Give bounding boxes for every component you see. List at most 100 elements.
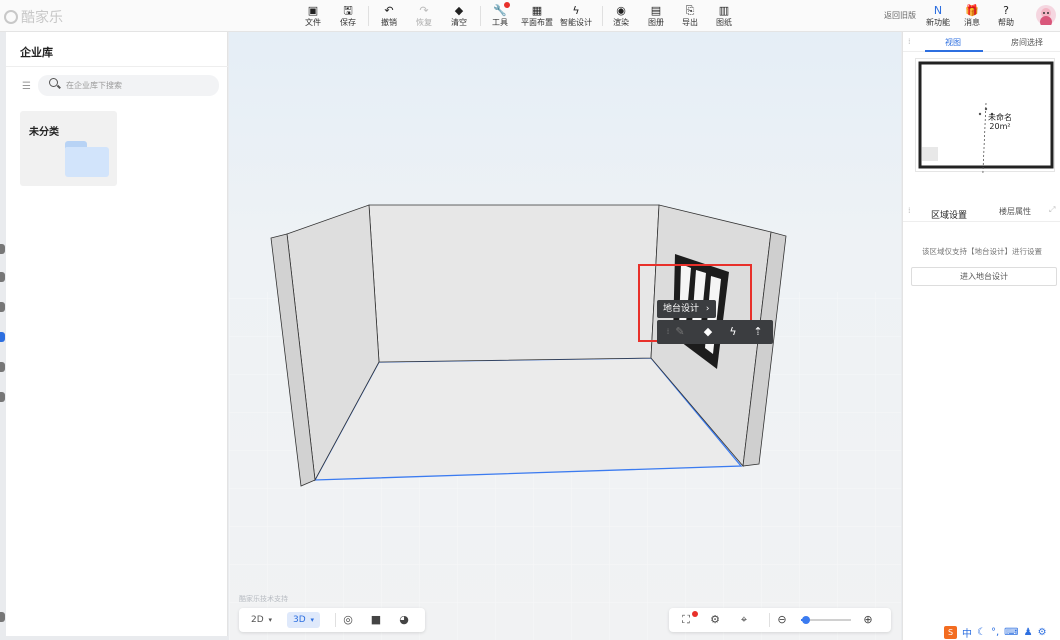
new-features-button[interactable]: N 新功能 [926, 4, 950, 28]
tab-room-select[interactable]: 房间选择 [1011, 37, 1043, 48]
platform-design-label[interactable]: 地台设计 › [657, 300, 716, 318]
expand-icon[interactable]: ⤢ [1049, 205, 1055, 215]
messages-button[interactable]: 🎁 消息 [964, 4, 980, 28]
eye-icon[interactable]: ◎ [341, 613, 355, 627]
view-2d-button[interactable]: 2D ▾ [245, 612, 278, 628]
context-label-text: 地台设计 [663, 304, 700, 314]
save-icon: 🖫 [343, 4, 353, 17]
pencil-icon[interactable]: ✎ [673, 325, 687, 339]
user-icon[interactable]: ♟ [1024, 627, 1033, 638]
floor-plan-icon: ▦ [531, 4, 543, 17]
smart-design-label: 智能设计 [560, 18, 592, 27]
user-avatar[interactable] [1036, 5, 1056, 28]
album-button[interactable]: ▤ 图册 [648, 4, 664, 28]
zoom-in-icon[interactable]: ⊕ [861, 613, 875, 627]
minimap-room-label: 未命名 20m² [988, 113, 1012, 131]
view-3d-label: 3D [293, 615, 306, 625]
strip-tool-icon[interactable] [0, 244, 5, 254]
redo-label: 恢复 [416, 18, 432, 27]
file-label: 文件 [305, 18, 321, 27]
3d-viewport[interactable]: 地台设计 › ⁞ ✎ ◆ ϟ ⇡ 酷家乐技术支持 2D ▾ 3D ▾ ◎ ■ ◕… [229, 32, 901, 640]
drawings-menu-button[interactable]: ▥ 图纸 [716, 4, 732, 28]
help-icon: ? [1003, 4, 1009, 17]
gauge-icon[interactable]: ◕ [397, 613, 411, 627]
bar-divider [335, 613, 336, 627]
3d-room-scene[interactable] [229, 32, 901, 640]
strip-tool-icon[interactable] [0, 362, 5, 372]
new-features-label: 新功能 [926, 18, 950, 27]
camera-settings-icon[interactable]: ⚙ [708, 613, 722, 627]
section-tabs: ⁞ 区域设置 楼层属性 ⤢ [903, 200, 1060, 222]
punctuation-icon[interactable]: °, [991, 627, 999, 638]
floor-plan-button[interactable]: ▦ 平面布置 [521, 4, 553, 28]
panel-divider [6, 66, 228, 67]
minimap-drawing [918, 61, 1054, 194]
toolbar-divider [480, 6, 481, 26]
floor-plan-minimap[interactable]: 未命名 20m² [915, 58, 1055, 194]
render-icon: ◉ [616, 4, 626, 17]
tab-floor-properties[interactable]: 楼层属性 [999, 206, 1031, 217]
view-3d-button[interactable]: 3D ▾ [287, 612, 321, 628]
view-mode-bar: 2D ▾ 3D ▾ ◎ ■ ◕ [239, 608, 425, 632]
smart-design-button[interactable]: ϟ 智能设计 [560, 4, 592, 28]
area-hint-text: 该区域仅支持【地台设计】进行设置 [922, 247, 1042, 256]
strip-tool-icon[interactable] [0, 302, 5, 312]
tab-view[interactable]: 视图 [945, 37, 961, 48]
caret-down-icon: ▾ [268, 616, 273, 624]
search-icon [49, 78, 58, 87]
tech-support-credit: 酷家乐技术支持 [239, 595, 288, 603]
list-view-icon[interactable]: ☰ [22, 81, 31, 92]
panel-title: 企业库 [20, 46, 53, 59]
top-toolbar: 酷家乐 ▣ 文件 🖫 保存 ↶ 撤销 ↷ 恢复 ◆ 清空 🔧 工具 ▦ 平面布置… [0, 0, 1060, 32]
export-menu-button[interactable]: ⎘ 导出 [682, 4, 698, 28]
save-button[interactable]: 🖫 保存 [340, 4, 356, 28]
redo-button[interactable]: ↷ 恢复 [416, 4, 432, 28]
folder-card-uncategorized[interactable]: 未分类 [20, 111, 117, 186]
back-wall[interactable] [368, 204, 660, 363]
undo-button[interactable]: ↶ 撤销 [381, 4, 397, 28]
zoom-out-icon[interactable]: ⊖ [775, 613, 789, 627]
render-label: 渲染 [613, 18, 629, 27]
clear-label: 清空 [451, 18, 467, 27]
save-label: 保存 [340, 18, 356, 27]
zoom-slider-thumb[interactable] [802, 616, 810, 624]
notification-dot [692, 611, 698, 617]
library-search[interactable] [38, 75, 219, 96]
enter-platform-design-button[interactable]: 进入地台设计 [911, 267, 1057, 286]
strip-tool-icon[interactable] [0, 612, 5, 622]
settings-icon[interactable]: ⚙ [1038, 627, 1047, 638]
strip-tool-icon-active[interactable] [0, 332, 5, 342]
caret-down-icon: ▾ [310, 616, 315, 624]
clear-button[interactable]: ◆ 清空 [451, 4, 467, 28]
export-label: 导出 [682, 18, 698, 27]
moon-icon[interactable]: ☾ [977, 627, 986, 638]
view-2d-label: 2D [251, 615, 264, 625]
ime-logo-icon[interactable]: S [944, 625, 957, 639]
back-to-old-version-link[interactable]: 返回旧版 [884, 10, 916, 21]
render-button[interactable]: ◉ 渲染 [613, 4, 629, 28]
ime-tray: S 中 ☾ °, ⌨ ♟ ⚙ [942, 624, 1060, 640]
app-logo[interactable]: 酷家乐 [4, 7, 63, 27]
eraser-icon[interactable]: ◆ [701, 325, 715, 339]
file-icon: ▣ [307, 4, 319, 17]
cube-icon[interactable]: ■ [369, 613, 383, 627]
fit-view-icon[interactable]: ⌖ [737, 613, 751, 627]
lightning-icon[interactable]: ϟ [726, 325, 740, 339]
strip-tool-icon[interactable] [0, 272, 5, 282]
help-button[interactable]: ? 帮助 [998, 4, 1014, 28]
app-name: 酷家乐 [21, 10, 63, 26]
tab-area-settings[interactable]: 区域设置 [931, 208, 967, 221]
library-search-input[interactable] [66, 79, 211, 92]
file-menu-button[interactable]: ▣ 文件 [305, 4, 321, 28]
camera-view-icon[interactable]: ⛶ [679, 613, 693, 627]
keyboard-icon[interactable]: ⌨ [1004, 627, 1018, 638]
strip-tool-icon[interactable] [0, 392, 5, 402]
move-up-icon[interactable]: ⇡ [751, 325, 765, 339]
export-icon: ⎘ [685, 4, 695, 17]
drawings-label: 图纸 [716, 18, 732, 27]
drag-handle-icon[interactable]: ⁞ [908, 206, 910, 215]
ime-lang-toggle[interactable]: 中 [962, 625, 972, 640]
tools-menu-button[interactable]: 🔧 工具 [492, 2, 510, 28]
album-label: 图册 [648, 18, 664, 27]
drag-handle-icon[interactable]: ⁞ [908, 37, 910, 46]
